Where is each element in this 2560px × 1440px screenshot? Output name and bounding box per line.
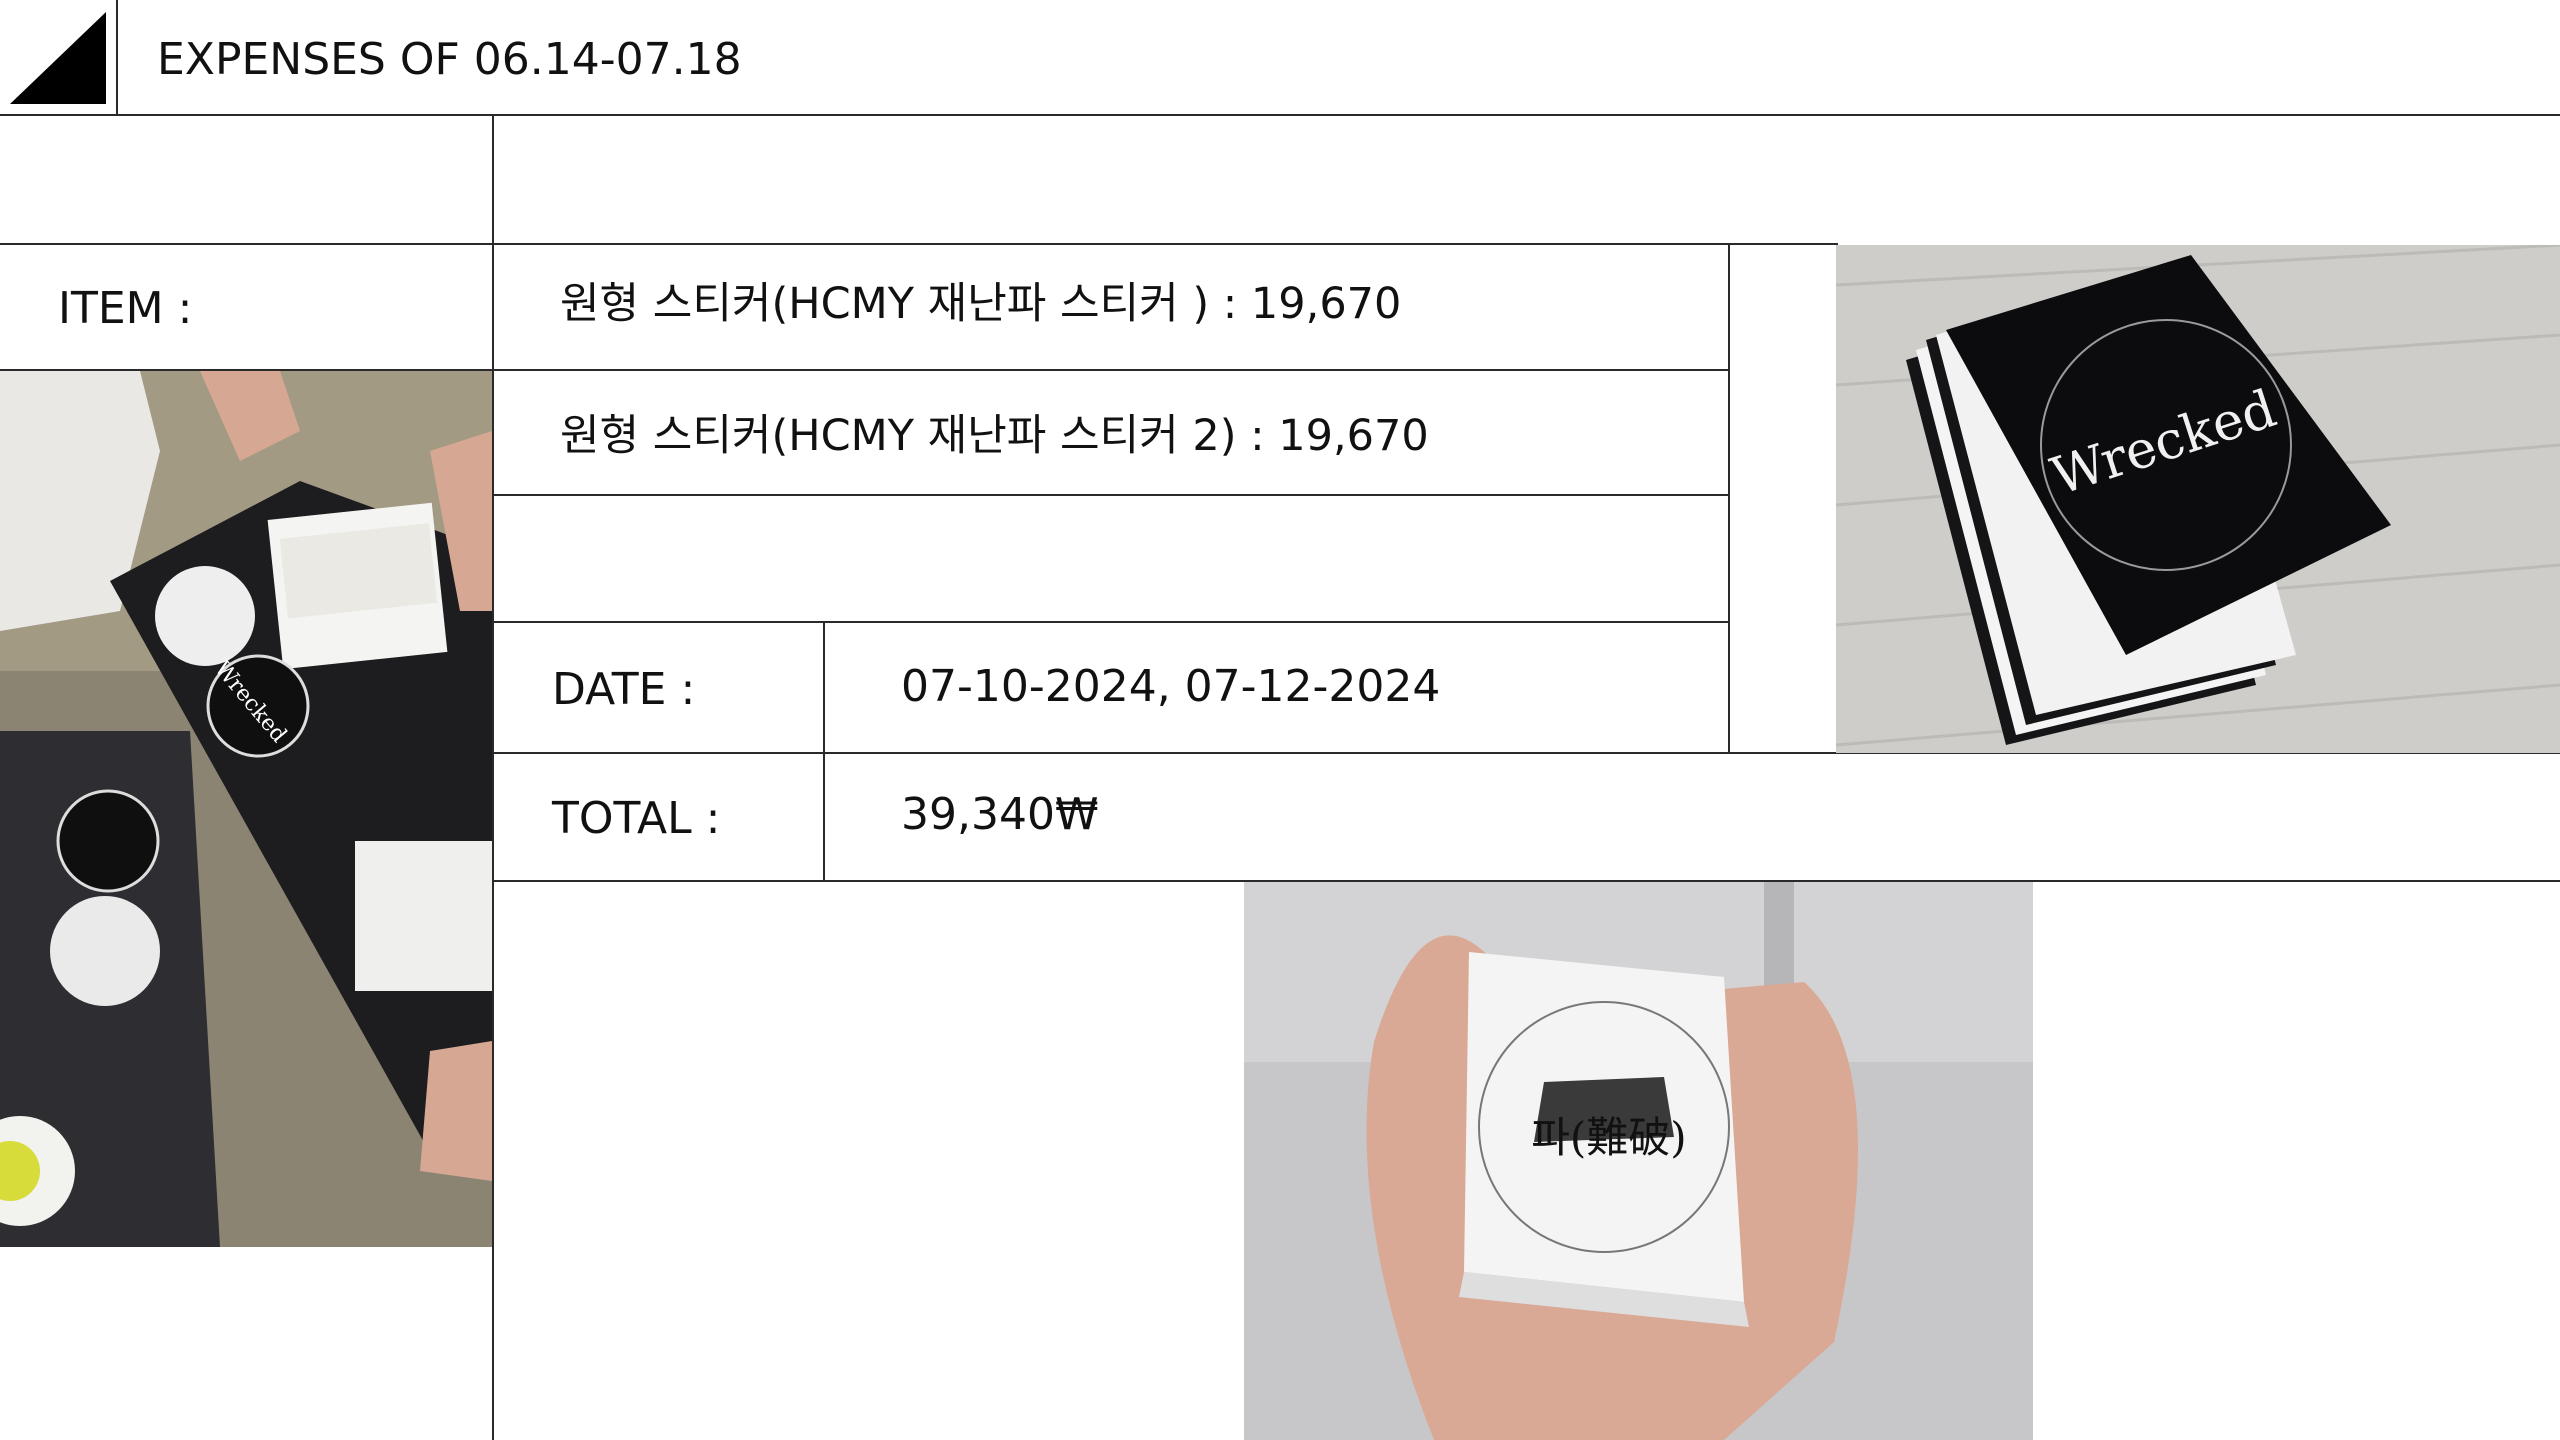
grid-line-right-col (1728, 243, 1730, 753)
photo-hand-holding-stickers: 파(難破) (1244, 882, 2033, 1440)
grid-line-date-top (492, 621, 1730, 623)
item-row-2: 원형 스티커(HCMY 재난파 스티커 2) : 19,670 (560, 411, 1429, 461)
page-title: EXPENSES OF 06.14-07.18 (157, 34, 742, 85)
header-rule (0, 114, 2560, 116)
photo-stickers-on-laptop: Wrecked (0, 371, 492, 1247)
item-row-1: 원형 스티커(HCMY 재난파 스티커 ) : 19,670 (560, 279, 1402, 329)
grid-line-main-vertical (492, 115, 494, 1440)
header-logo-triangle (10, 12, 106, 104)
date-label: DATE : (552, 664, 696, 715)
bottom-photo-sticker-text: 파(難破) (1531, 1113, 1686, 1162)
grid-line-label-divider (823, 621, 825, 881)
header-divider-vertical (116, 0, 118, 115)
total-value: 39,340₩ (901, 789, 1099, 840)
item-label: ITEM : (58, 283, 193, 334)
total-label: TOTAL : (552, 793, 721, 844)
date-value: 07-10-2024, 07-12-2024 (901, 661, 1441, 712)
grid-line-item-row2 (492, 494, 1730, 496)
photo-square-sticker-stack: Wrecked (1836, 245, 2560, 753)
grid-line-item-top (0, 243, 1838, 245)
